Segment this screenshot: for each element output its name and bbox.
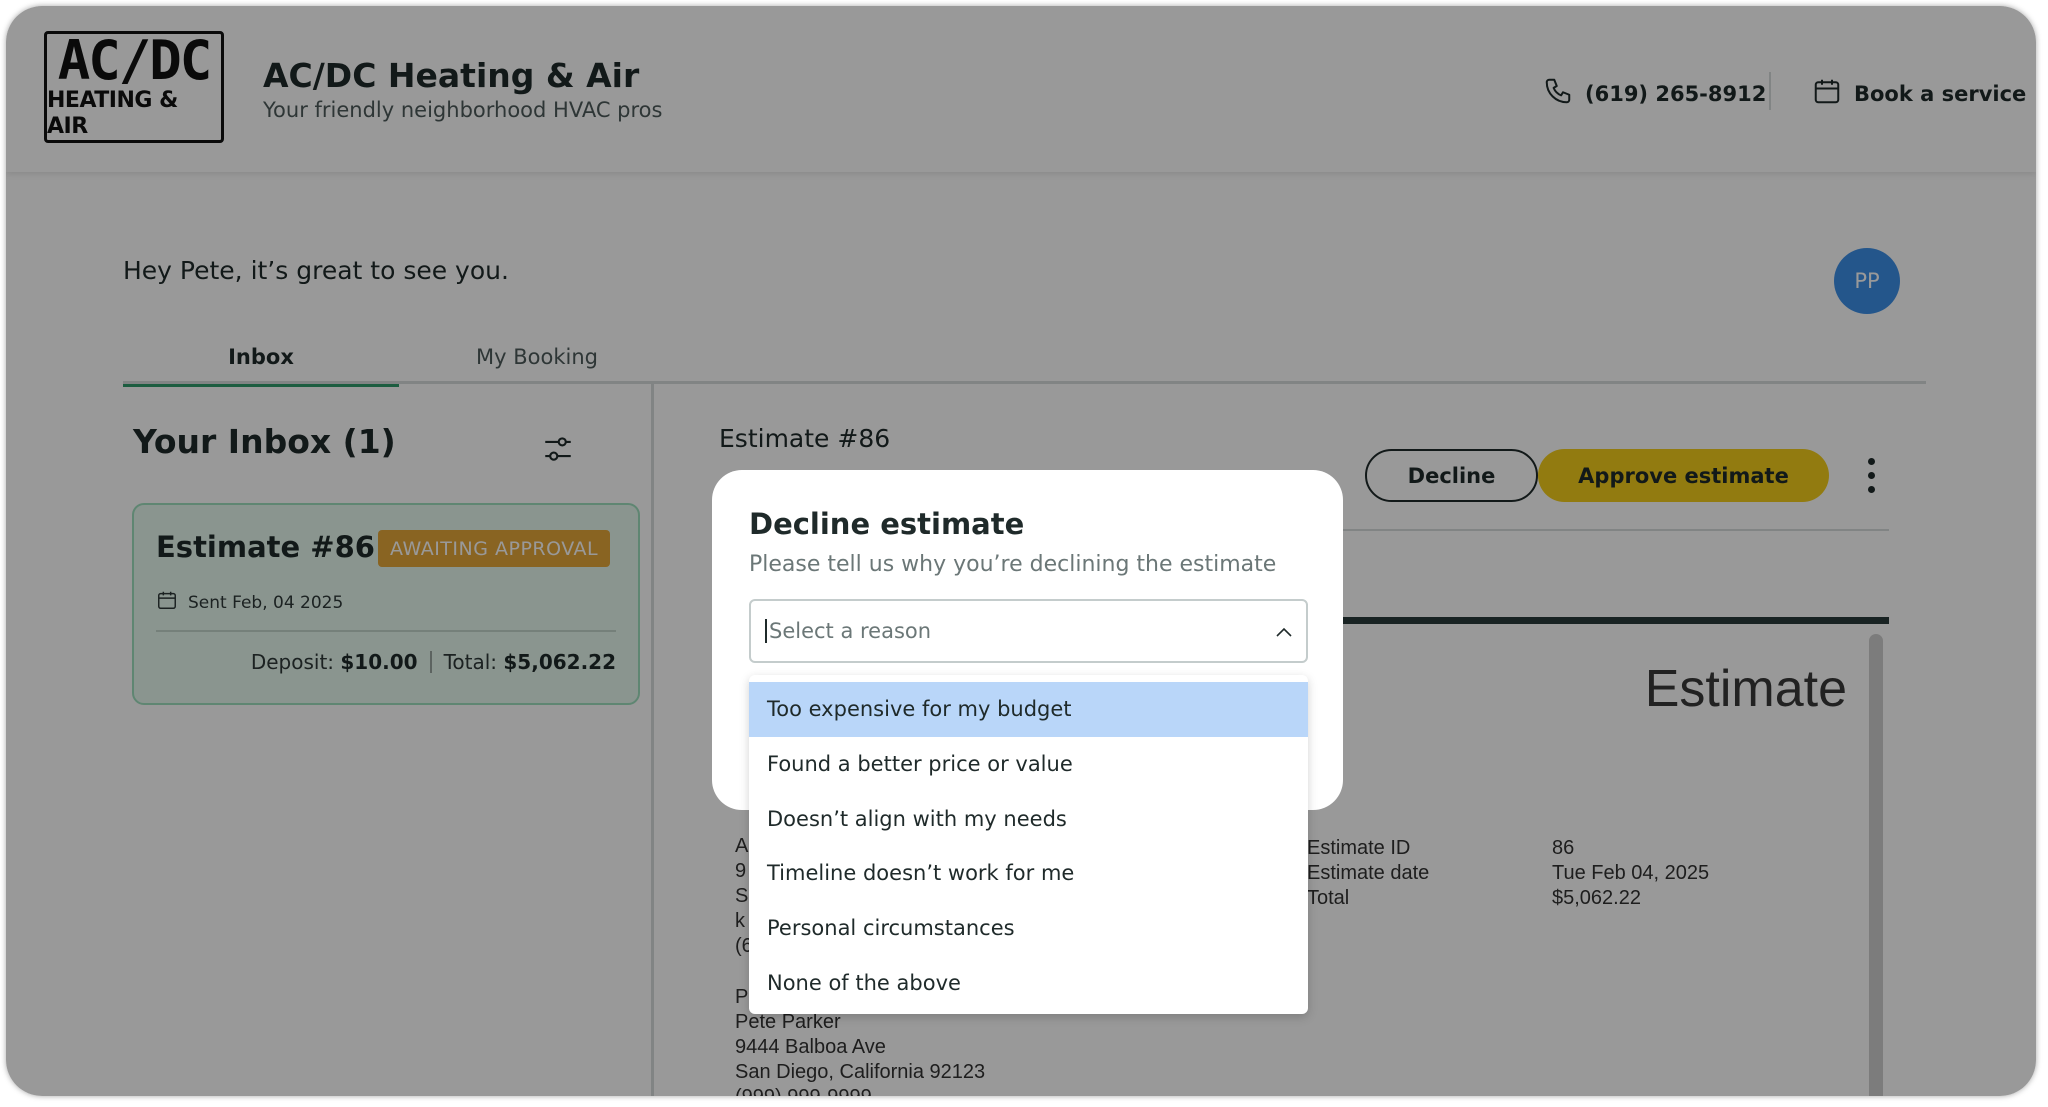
page: AC/DC HEATING & AIR AC/DC Heating & Air …: [6, 6, 2036, 1096]
chevron-up-icon: [1274, 623, 1294, 647]
reason-dropdown-list: Too expensive for my budget Found a bett…: [749, 675, 1308, 1014]
reason-option[interactable]: Personal circumstances: [749, 901, 1308, 956]
reason-select-placeholder: Select a reason: [765, 619, 931, 643]
modal-title: Decline estimate: [749, 507, 1025, 541]
reason-option[interactable]: None of the above: [749, 955, 1308, 1010]
reason-option[interactable]: Too expensive for my budget: [749, 682, 1308, 737]
reason-option[interactable]: Found a better price or value: [749, 737, 1308, 792]
modal-subtitle: Please tell us why you’re declining the …: [749, 552, 1277, 577]
reason-option[interactable]: Timeline doesn’t work for me: [749, 846, 1308, 901]
reason-option[interactable]: Doesn’t align with my needs: [749, 791, 1308, 846]
app-window: AC/DC HEATING & AIR AC/DC Heating & Air …: [6, 6, 2036, 1096]
reason-select[interactable]: Select a reason: [749, 599, 1308, 663]
